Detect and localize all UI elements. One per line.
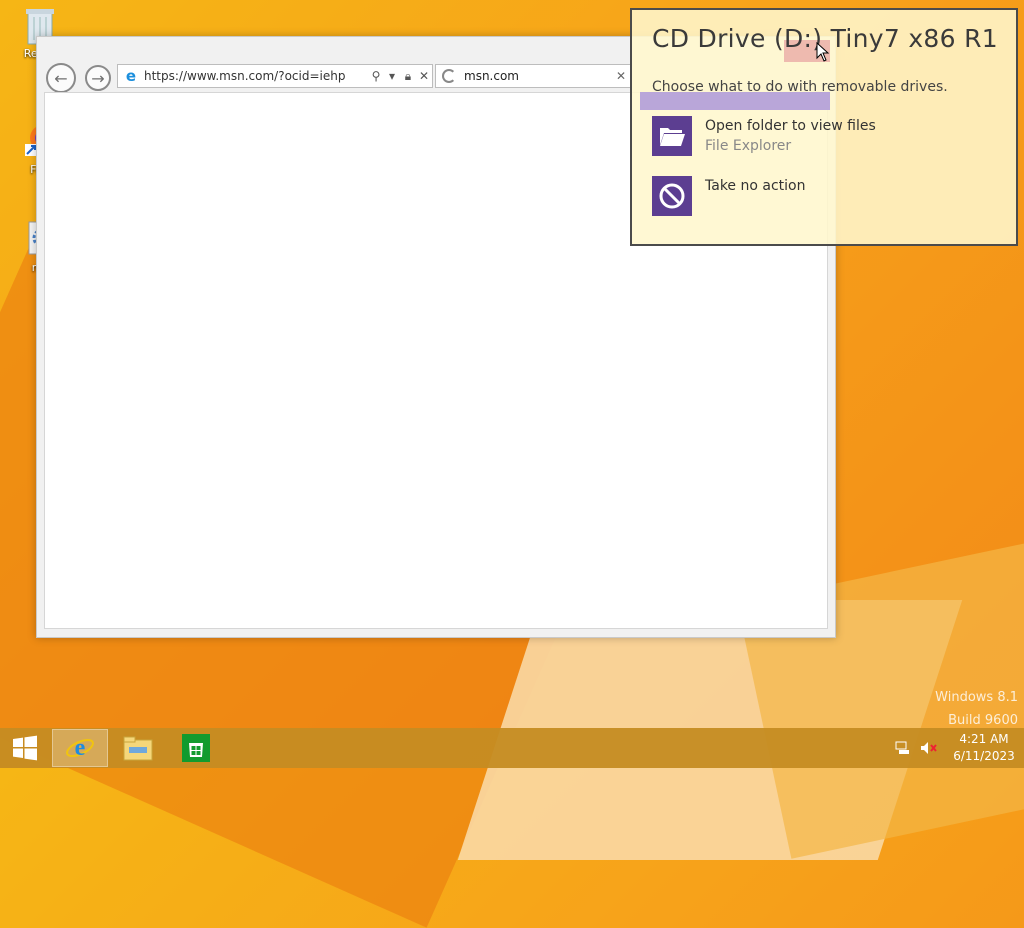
tab-msn[interactable]: msn.com ✕ bbox=[435, 64, 631, 88]
option-label: Take no action bbox=[705, 178, 806, 194]
os-watermark: Windows 8.1 Build 9600 bbox=[935, 686, 1018, 732]
no-action-icon bbox=[652, 176, 692, 216]
taskbar-item-store[interactable] bbox=[168, 729, 224, 767]
start-button[interactable] bbox=[0, 728, 50, 768]
forward-arrow-icon: → bbox=[91, 68, 105, 88]
internet-explorer-icon: e bbox=[125, 67, 137, 85]
option-take-no-action[interactable]: Take no action bbox=[652, 176, 805, 216]
taskbar: e 4:21 AM 6/11/2023 bbox=[0, 728, 1024, 768]
tab-close-icon[interactable]: ✕ bbox=[616, 69, 630, 83]
clock[interactable]: 4:21 AM 6/11/2023 bbox=[944, 731, 1024, 765]
network-icon[interactable] bbox=[892, 737, 914, 759]
close-icon[interactable]: ✕ bbox=[416, 69, 432, 83]
address-url[interactable]: https://www.msn.com/?ocid=iehp bbox=[144, 69, 368, 83]
volume-muted-icon[interactable] bbox=[918, 737, 940, 759]
windows-logo-icon bbox=[13, 735, 37, 761]
autoplay-subtitle: Choose what to do with removable drives. bbox=[652, 79, 948, 95]
search-icon[interactable]: ⚲ bbox=[368, 69, 384, 83]
option-open-folder[interactable]: Open folder to view files File Explorer bbox=[652, 116, 876, 156]
folder-open-icon bbox=[652, 116, 692, 156]
system-tray: 4:21 AM 6/11/2023 bbox=[892, 728, 1024, 768]
loading-icon bbox=[442, 69, 456, 83]
taskbar-item-internet-explorer[interactable]: e bbox=[52, 729, 108, 767]
clock-time: 4:21 AM bbox=[959, 732, 1009, 746]
forward-button[interactable]: → bbox=[85, 65, 111, 91]
store-icon bbox=[182, 734, 210, 762]
tab-title: msn.com bbox=[464, 69, 519, 83]
lock-icon[interactable]: 🔒︎ bbox=[400, 69, 416, 84]
option-label: Open folder to view files bbox=[705, 118, 876, 134]
taskbar-item-file-explorer[interactable] bbox=[110, 729, 166, 767]
internet-explorer-icon: e bbox=[66, 735, 94, 761]
autoplay-notification[interactable]: CD Drive (D:) Tiny7 x86 R1 Choose what t… bbox=[630, 8, 1018, 246]
watermark-line: Windows 8.1 bbox=[935, 690, 1018, 705]
option-sublabel: File Explorer bbox=[705, 138, 792, 154]
mouse-cursor-icon bbox=[816, 41, 830, 66]
file-explorer-icon bbox=[123, 736, 153, 761]
svg-text:e: e bbox=[75, 735, 86, 761]
back-arrow-icon: ← bbox=[54, 68, 68, 88]
dropdown-icon[interactable]: ▾ bbox=[384, 69, 400, 83]
address-bar[interactable]: e https://www.msn.com/?ocid=iehp ⚲ ▾ 🔒︎ … bbox=[117, 64, 433, 88]
back-button[interactable]: ← bbox=[46, 63, 76, 93]
clock-date: 6/11/2023 bbox=[953, 749, 1015, 763]
